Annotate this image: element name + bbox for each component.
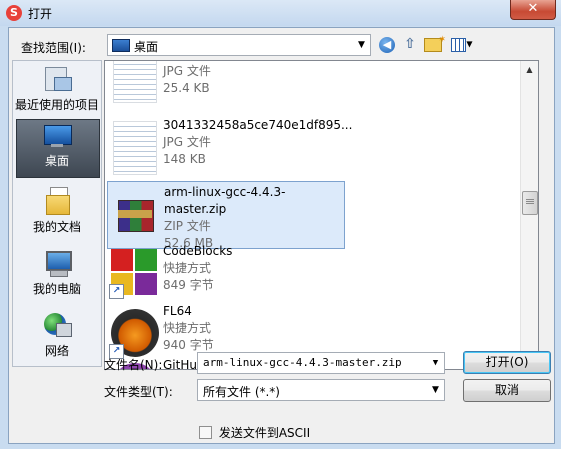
place-my-documents[interactable]: 我的文档 (13, 187, 101, 235)
close-button[interactable]: ✕ (510, 0, 556, 20)
shortcut-arrow-icon: ↗ (109, 284, 124, 299)
scroll-up-icon[interactable]: ▲ (521, 61, 538, 78)
ascii-checkbox-label: 发送文件到ASCII (218, 426, 311, 440)
look-in-label: 查找范围(I): (21, 41, 86, 55)
file-type-label: 文件类型(T): (104, 385, 173, 399)
up-folder-button[interactable]: ⇧ (400, 35, 420, 53)
open-dialog: 查找范围(I): 桌面 ▼ ◀ ⇧ ▼ 最近使用的项目 桌面 我的文档 我的电脑… (8, 27, 555, 444)
image-thumbnail (109, 121, 159, 175)
chevron-down-icon[interactable]: ▼ (427, 380, 444, 400)
file-name: arm-linux-gcc-4.4.3-master.zip (164, 185, 286, 216)
chevron-down-icon: ▼ (466, 39, 473, 49)
desktop-icon (42, 125, 72, 149)
back-arrow-icon: ◀ (379, 37, 395, 53)
file-item[interactable]: JPG 文件 25.4 KB (107, 61, 343, 109)
file-type: ZIP 文件 (164, 219, 211, 233)
file-type-value: 所有文件 (*.*) (203, 385, 280, 399)
file-type-dropdown[interactable]: 所有文件 (*.*) ▼ (197, 379, 445, 401)
network-icon (42, 311, 72, 339)
look-in-dropdown[interactable]: 桌面 ▼ (107, 34, 371, 56)
recent-items-icon (42, 65, 72, 93)
place-label: 网络 (44, 344, 69, 358)
desktop-icon (112, 39, 130, 52)
file-name-field[interactable]: arm-linux-gcc-4.4.3-master.zip ▼ (197, 352, 445, 374)
app-icon: S (6, 5, 22, 21)
file-size: 25.4 KB (163, 81, 210, 95)
file-name-value: arm-linux-gcc-4.4.3-master.zip (203, 356, 402, 369)
title-bar: S 打开 ✕ (0, 0, 561, 26)
image-thumbnail (109, 61, 159, 103)
my-computer-icon (42, 249, 72, 277)
file-type: JPG 文件 (163, 64, 211, 78)
back-button[interactable]: ◀ (377, 35, 397, 53)
places-bar: 最近使用的项目 桌面 我的文档 我的电脑 网络 (12, 60, 102, 367)
file-name-label: 文件名(N): (104, 358, 163, 372)
file-type: 快捷方式 (163, 321, 212, 335)
file-type: 快捷方式 (163, 261, 212, 275)
file-item[interactable]: ↗ CodeBlocks 快捷方式 849 字节 (107, 241, 343, 307)
cancel-button[interactable]: 取消 (463, 379, 551, 402)
new-folder-button[interactable] (423, 31, 446, 53)
scrollbar-thumb[interactable] (522, 191, 538, 215)
codeblocks-icon: ↗ (109, 247, 159, 299)
chevron-down-icon[interactable]: ▼ (427, 353, 444, 373)
place-label: 我的电脑 (32, 282, 81, 296)
view-menu-icon (451, 37, 467, 52)
new-folder-icon (424, 31, 446, 52)
place-my-computer[interactable]: 我的电脑 (13, 249, 101, 297)
file-item[interactable]: 3041332458a5ce740e1df895... JPG 文件 148 K… (107, 115, 352, 181)
zip-archive-icon (110, 188, 160, 240)
place-label: 我的文档 (32, 220, 81, 234)
file-type: JPG 文件 (163, 135, 211, 149)
look-in-value: 桌面 (134, 40, 159, 54)
place-label: 桌面 (44, 154, 69, 168)
chevron-down-icon[interactable]: ▼ (353, 35, 370, 55)
file-name: FL64 (163, 304, 192, 318)
my-documents-icon (42, 187, 72, 215)
fl-studio-icon: ↗ (109, 307, 159, 359)
view-menu-button[interactable]: ▼ (449, 35, 475, 53)
place-network[interactable]: 网络 (13, 311, 101, 359)
file-item-selected[interactable]: arm-linux-gcc-4.4.3-master.zip ZIP 文件 52… (107, 181, 345, 250)
up-folder-icon: ⇧ (404, 36, 416, 52)
window-title: 打开 (28, 7, 53, 21)
ascii-checkbox[interactable] (199, 426, 212, 439)
open-button[interactable]: 打开(O) (463, 351, 551, 374)
file-size: 849 字节 (163, 278, 214, 292)
file-name: 3041332458a5ce740e1df895... (163, 118, 353, 132)
vertical-scrollbar[interactable]: ▲ ▼ (520, 61, 538, 369)
file-name: CodeBlocks (163, 244, 233, 258)
place-recent-items[interactable]: 最近使用的项目 (13, 65, 101, 113)
file-list[interactable]: JPG 文件 25.4 KB 3041332458a5ce740e1df895.… (104, 60, 539, 370)
ascii-checkbox-row[interactable]: 发送文件到ASCII (199, 424, 310, 441)
place-label: 最近使用的项目 (14, 98, 99, 112)
file-size: 148 KB (163, 152, 206, 166)
place-desktop[interactable]: 桌面 (13, 119, 101, 178)
